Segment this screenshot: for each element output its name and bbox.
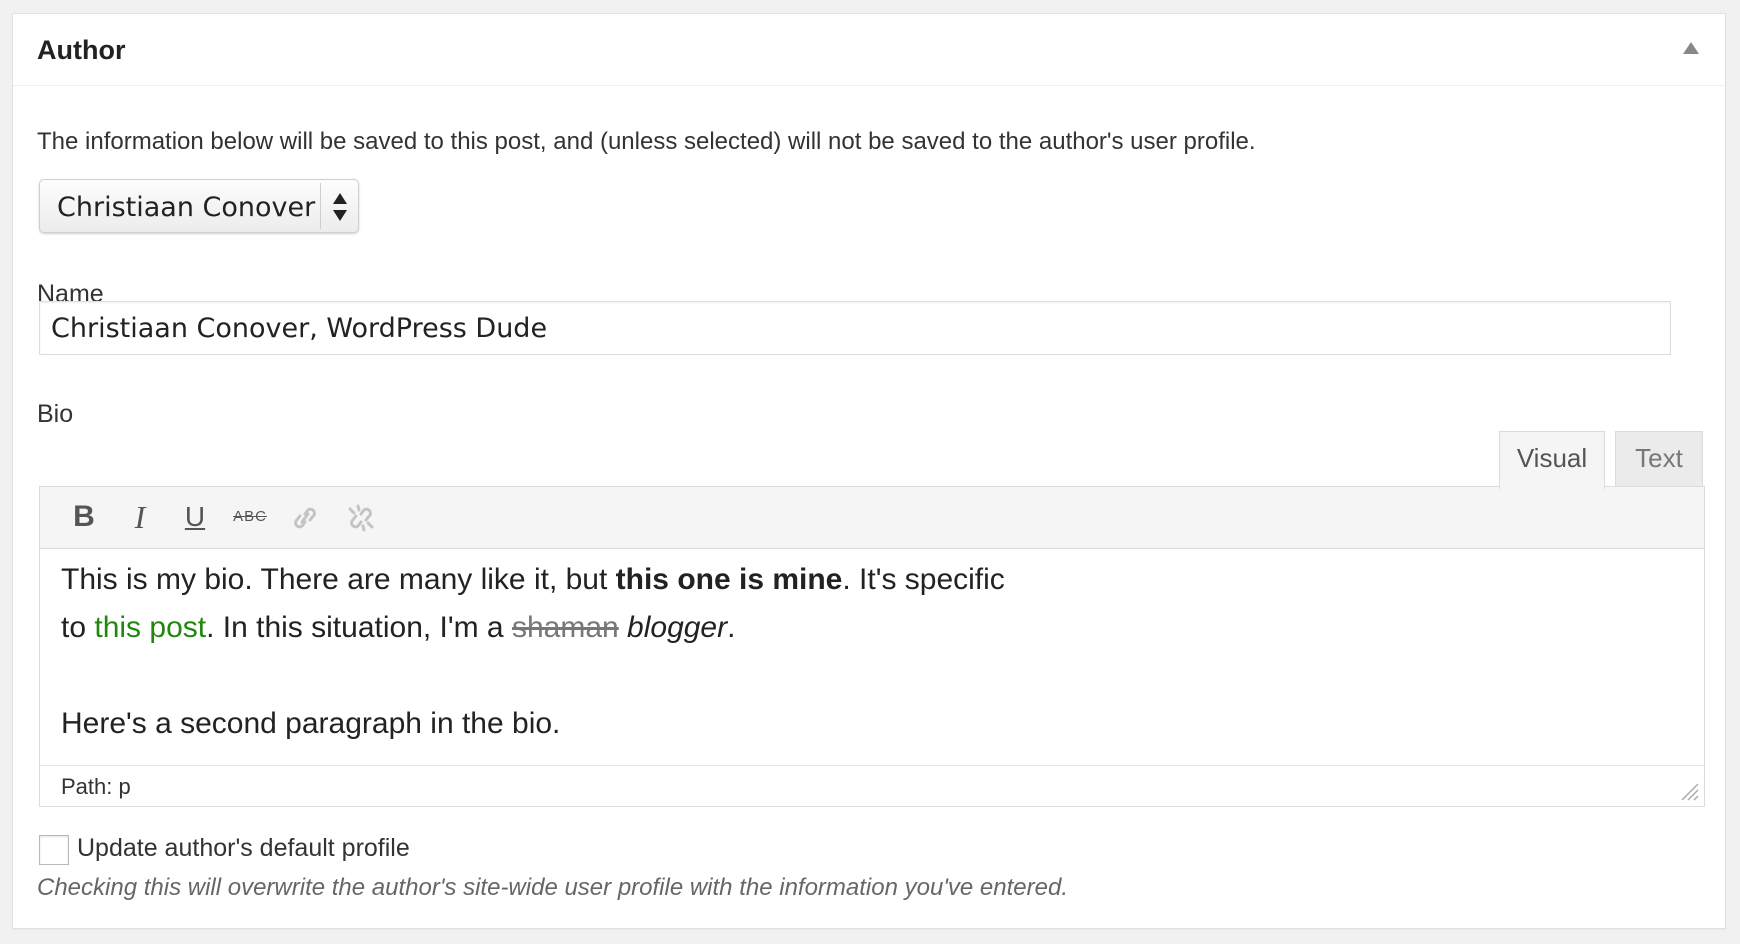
bio-editor: B I U ABC This is my bio. There are many…	[39, 486, 1705, 807]
select-divider	[320, 183, 321, 229]
editor-toolbar: B I U ABC	[40, 487, 1704, 549]
update-profile-label[interactable]: Update author's default profile	[77, 834, 410, 863]
bold-text: this one is mine	[615, 563, 843, 596]
strikethrough-button[interactable]: ABC	[230, 497, 270, 537]
bio-paragraph-1: This is my bio. There are many like it, …	[61, 563, 1005, 644]
unlink-button[interactable]	[341, 497, 381, 537]
bio-paragraph-2: Here's a second paragraph in the bio.	[61, 707, 561, 740]
link-button[interactable]	[285, 497, 325, 537]
tab-text[interactable]: Text	[1615, 431, 1703, 487]
arrow-up-icon[interactable]	[1683, 42, 1699, 54]
italic-text: blogger	[627, 611, 728, 644]
author-select[interactable]: Christiaan Conover	[39, 179, 359, 233]
editor-statusbar: Path: p	[40, 765, 1704, 806]
metabox-header[interactable]: Author	[13, 14, 1725, 86]
author-metabox: Author The information below will be sav…	[12, 13, 1726, 929]
unlink-icon	[348, 504, 374, 532]
select-arrows-icon	[333, 193, 347, 221]
italic-button[interactable]: I	[120, 497, 160, 537]
element-path: Path: p	[61, 774, 131, 799]
author-select-value: Christiaan Conover	[57, 192, 316, 223]
strikethrough-text: shaman	[511, 611, 619, 644]
metabox-title: Author	[37, 35, 126, 65]
bio-content[interactable]: This is my bio. There are many like it, …	[61, 556, 1684, 748]
intro-text: The information below will be saved to t…	[37, 128, 1256, 155]
underline-button[interactable]: U	[175, 497, 215, 537]
resize-handle-icon[interactable]	[1678, 780, 1700, 802]
bold-button[interactable]: B	[64, 497, 104, 537]
update-profile-description: Checking this will overwrite the author'…	[37, 874, 1068, 901]
post-link: this post	[94, 611, 207, 644]
update-profile-checkbox[interactable]	[39, 835, 69, 865]
tab-visual[interactable]: Visual	[1499, 431, 1605, 489]
name-input[interactable]	[39, 301, 1671, 355]
link-icon	[294, 507, 316, 529]
bio-label: Bio	[37, 400, 74, 428]
